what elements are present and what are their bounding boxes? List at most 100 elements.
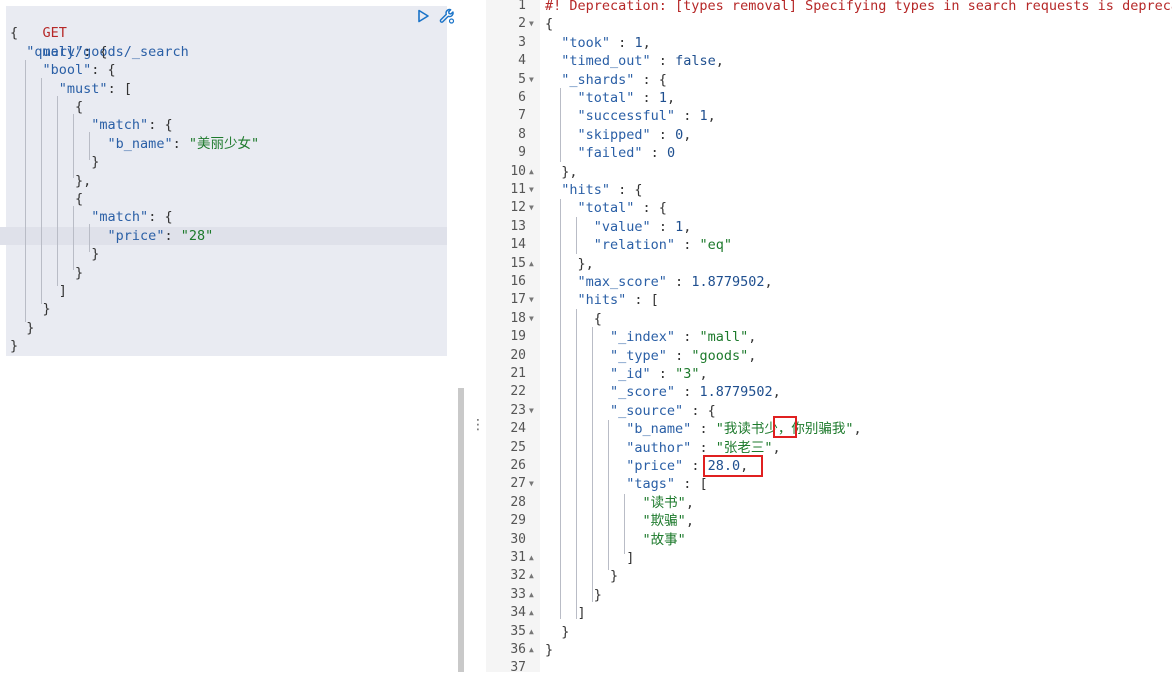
- request-code-line[interactable]: },: [10, 172, 91, 190]
- line-number: 17: [510, 292, 526, 308]
- request-code-line[interactable]: "must": [: [10, 80, 132, 98]
- code-token: 1.8779502: [691, 274, 765, 290]
- code-token: 1: [699, 108, 708, 125]
- line-number: 9: [518, 145, 526, 161]
- request-code-line[interactable]: "b_name": "美丽少女": [10, 135, 260, 153]
- response-code-line: "hits" : {: [545, 181, 642, 199]
- line-number: 6: [518, 90, 526, 105]
- fold-open-icon[interactable]: ▼: [529, 71, 539, 89]
- code-token: "eq": [699, 237, 732, 254]
- code-token: :: [675, 108, 700, 125]
- fold-open-icon[interactable]: ▼: [529, 310, 539, 328]
- line-number: 33: [510, 586, 526, 602]
- code-token: ,: [683, 126, 692, 143]
- code-token: ,: [772, 384, 781, 401]
- code-token: 1: [675, 218, 684, 235]
- response-code-line: "failed" : 0: [545, 144, 676, 162]
- fold-open-icon[interactable]: ▼: [529, 402, 539, 420]
- request-code-line[interactable]: }: [10, 245, 99, 263]
- indent-guide: [560, 88, 561, 162]
- code-token: "relation": [593, 237, 676, 254]
- line-number: 25: [510, 439, 526, 455]
- request-code-line[interactable]: "match": {: [10, 116, 172, 134]
- request-code-line[interactable]: ]: [10, 282, 67, 300]
- code-token: ,: [685, 513, 694, 530]
- code-token: : {: [148, 209, 173, 226]
- code-token: :: [650, 366, 676, 382]
- fold-close-icon[interactable]: ▲: [529, 586, 539, 604]
- fold-close-icon[interactable]: ▲: [529, 255, 539, 273]
- fold-open-icon[interactable]: ▼: [529, 181, 539, 199]
- fold-open-icon[interactable]: ▼: [529, 291, 539, 309]
- request-editor-pane[interactable]: GET mall/goods/_search { "query": { "boo…: [0, 0, 464, 672]
- fold-close-icon[interactable]: ▲: [529, 567, 539, 585]
- request-code-line[interactable]: }: [10, 337, 18, 355]
- fold-close-icon[interactable]: ▲: [529, 163, 539, 181]
- code-token: : {: [634, 71, 667, 88]
- code-token: {: [10, 99, 84, 115]
- request-code-line[interactable]: {: [10, 24, 18, 42]
- play-icon[interactable]: [414, 7, 432, 25]
- line-number: 11: [510, 182, 526, 197]
- code-token: ]: [545, 605, 586, 622]
- request-code-line[interactable]: "match": {: [10, 208, 173, 226]
- response-code-line: {: [545, 310, 602, 328]
- line-number: 1: [518, 0, 526, 13]
- code-token: },: [545, 255, 594, 272]
- line-number: 24: [510, 421, 526, 437]
- request-code-line[interactable]: }: [10, 300, 51, 318]
- code-token: "total": [577, 90, 635, 106]
- code-token: },: [545, 163, 578, 180]
- pane-resizer[interactable]: ⋮: [471, 415, 485, 435]
- response-code-line: "_source" : {: [545, 402, 716, 420]
- fold-close-icon[interactable]: ▲: [529, 623, 539, 641]
- code-token: ,: [666, 90, 676, 106]
- code-token: "_id": [610, 366, 651, 382]
- code-token: "_type": [610, 347, 667, 364]
- indent-guide: [73, 206, 74, 270]
- code-token: ,: [707, 108, 716, 125]
- code-token: "28": [180, 227, 214, 244]
- line-number: 32: [510, 568, 526, 584]
- code-token: ,: [853, 421, 862, 438]
- line-number: 20: [510, 347, 526, 363]
- response-code-line: "timed_out" : false,: [545, 52, 724, 70]
- code-token: ]: [545, 550, 635, 566]
- code-token: "tags": [626, 476, 676, 493]
- line-number: 7: [518, 108, 526, 124]
- code-token: {: [545, 16, 554, 33]
- line-number: 8: [518, 126, 526, 142]
- fold-close-icon[interactable]: ▲: [529, 604, 539, 622]
- code-token: "query": [26, 43, 84, 60]
- line-number: 5: [518, 71, 526, 87]
- response-code-line: }: [545, 567, 618, 585]
- request-scrollbar[interactable]: [458, 388, 464, 672]
- fold-open-icon[interactable]: ▼: [529, 475, 539, 493]
- request-code-line[interactable]: }: [10, 153, 99, 171]
- code-token: : {: [83, 43, 108, 60]
- code-token: "读书": [642, 494, 686, 511]
- response-code-line: "_shards" : {: [545, 71, 667, 89]
- wrench-icon[interactable]: [438, 7, 456, 25]
- fold-close-icon[interactable]: ▲: [529, 641, 539, 659]
- fold-open-icon[interactable]: ▼: [529, 199, 539, 217]
- request-line[interactable]: GET mall/goods/_search: [10, 6, 189, 59]
- code-token: "author": [626, 439, 692, 456]
- line-number: 27: [510, 476, 526, 492]
- fold-open-icon[interactable]: ▼: [529, 15, 539, 33]
- line-number: 2: [518, 16, 526, 32]
- request-code-line[interactable]: "query": {: [10, 43, 108, 61]
- fold-close-icon[interactable]: ▲: [529, 549, 539, 567]
- code-token: "张老三": [715, 439, 773, 456]
- request-code-line[interactable]: }: [10, 319, 34, 337]
- code-token: "bool": [42, 62, 92, 79]
